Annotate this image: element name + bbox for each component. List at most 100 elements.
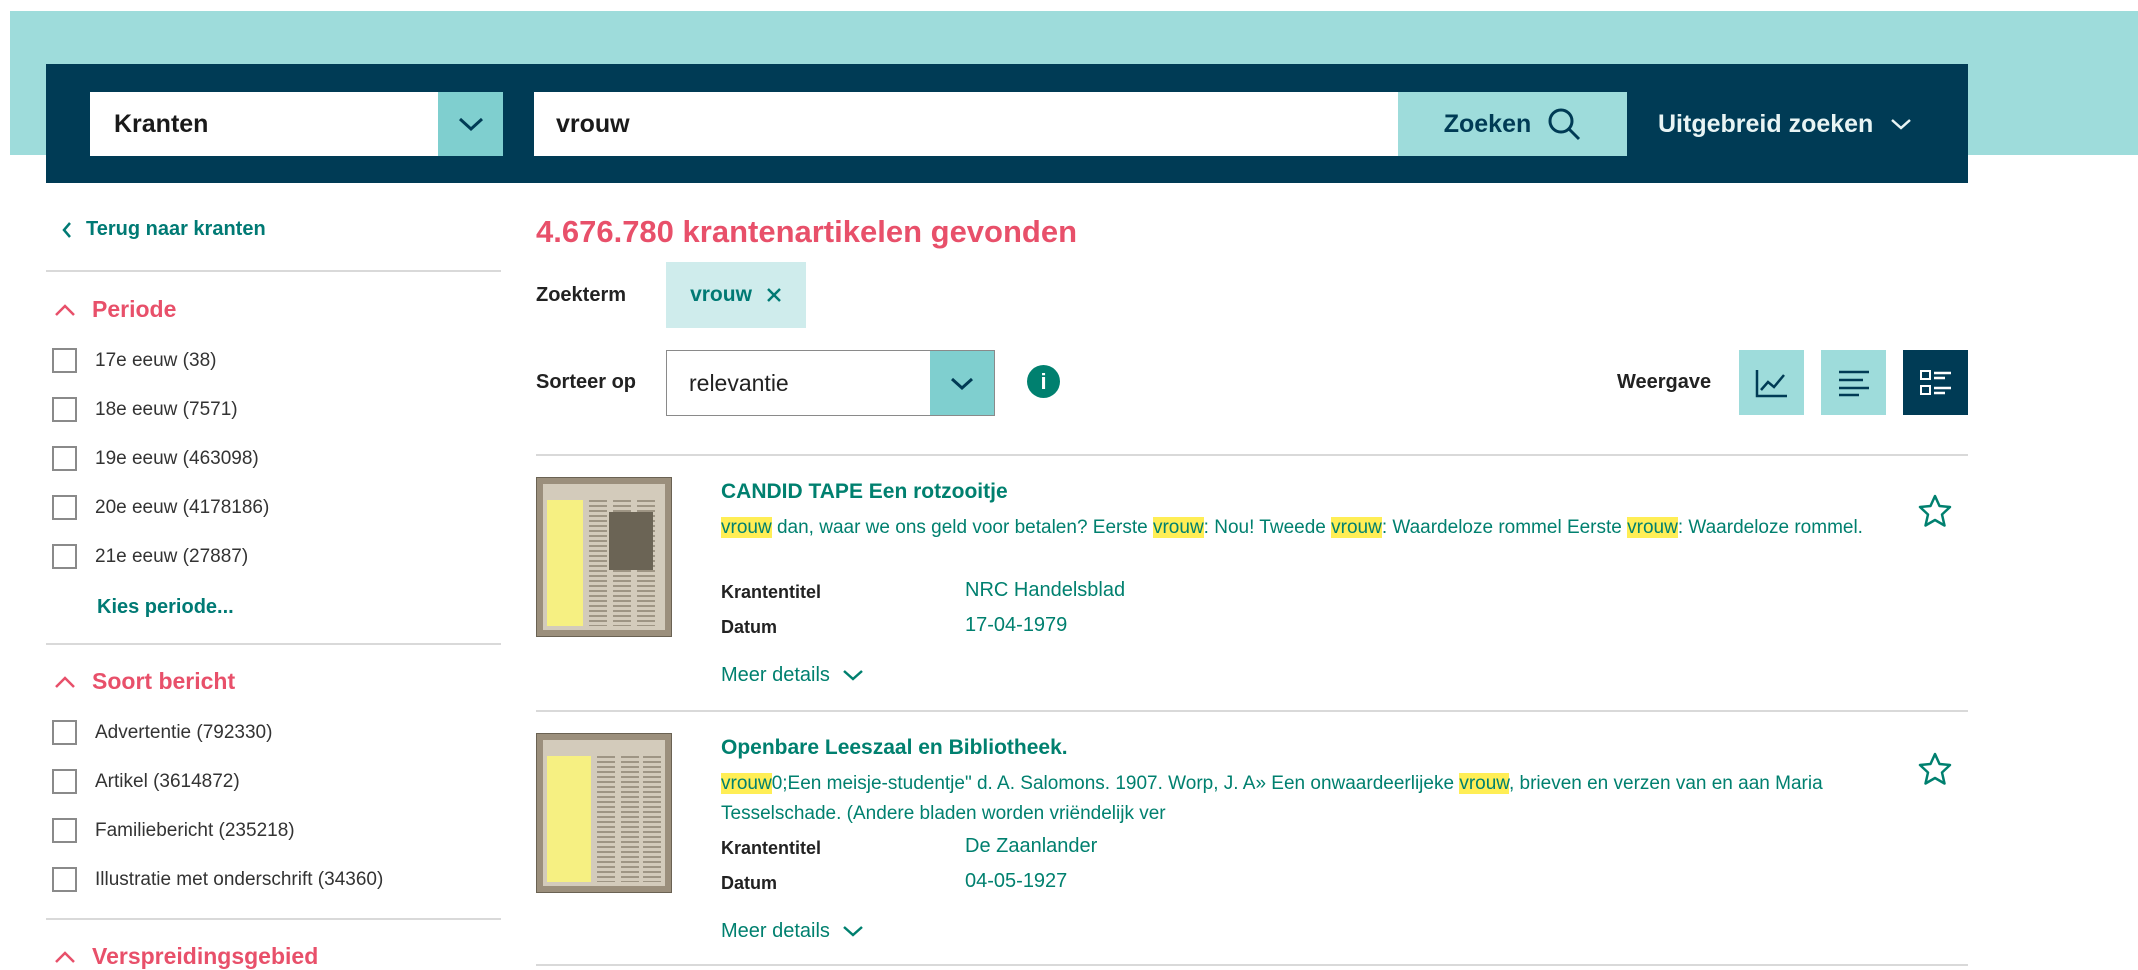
facet-period-option[interactable]: 19e eeuw (463098): [52, 446, 259, 471]
facet-period-option[interactable]: 21e eeuw (27887): [52, 544, 248, 569]
more-details-toggle[interactable]: Meer details: [721, 664, 864, 687]
divider: [536, 454, 1968, 456]
facet-region-title: Verspreidingsgebied: [92, 943, 319, 969]
newspaper-label: Krantentitel: [721, 582, 822, 602]
facet-type-title: Soort bericht: [92, 668, 236, 694]
highlighted-term: vrouw: [721, 517, 772, 538]
back-link-label: Terug naar kranten: [86, 218, 266, 240]
chevron-up-icon: [55, 303, 75, 316]
thumbnail-column: [643, 756, 661, 882]
snippet-text: : Waardeloze rommel Eerste: [1381, 517, 1628, 538]
more-details-label: Meer details: [721, 664, 830, 686]
checkbox[interactable]: [52, 769, 77, 794]
facet-period-option[interactable]: 20e eeuw (4178186): [52, 495, 269, 520]
facet-region-toggle[interactable]: Verspreidingsgebied: [54, 943, 318, 970]
snippet-text: 0;Een meisje-studentje" d. A. Salomons. …: [771, 773, 1460, 794]
date-label: Datum: [721, 873, 778, 893]
checkbox[interactable]: [52, 397, 77, 422]
facet-option-label: Artikel (3614872): [95, 770, 240, 792]
facet-period-title: Periode: [92, 296, 177, 322]
star-icon[interactable]: [1918, 752, 1952, 786]
view-list-button[interactable]: [1903, 350, 1968, 415]
facet-option-label: 18e eeuw (7571): [95, 398, 238, 420]
chevron-down-icon: [843, 926, 863, 937]
facet-type-option[interactable]: Familiebericht (235218): [52, 818, 295, 843]
facet-option-label: 19e eeuw (463098): [95, 447, 259, 469]
facet-option-label: 21e eeuw (27887): [95, 545, 249, 567]
advanced-search-label: Uitgebreid zoeken: [1658, 109, 1874, 138]
checkbox[interactable]: [52, 544, 77, 569]
snippet-text: : Waardeloze rommel.: [1677, 517, 1863, 538]
divider: [536, 710, 1968, 712]
highlighted-term: vrouw: [1627, 517, 1678, 538]
search-input[interactable]: [534, 92, 1411, 156]
checkbox[interactable]: [52, 867, 77, 892]
search-button[interactable]: Zoeken: [1398, 92, 1627, 156]
highlighted-term: vrouw: [721, 773, 772, 794]
line-chart-icon: [1755, 369, 1787, 397]
sort-select[interactable]: relevantie: [666, 350, 995, 416]
view-chart-button[interactable]: [1739, 350, 1804, 415]
checkbox[interactable]: [52, 348, 77, 373]
date-value: 17-04-1979: [965, 614, 1068, 636]
view-text-button[interactable]: [1821, 350, 1886, 415]
close-icon[interactable]: [766, 287, 782, 303]
newspaper-label: Krantentitel: [721, 838, 822, 858]
chevron-down-icon: [843, 670, 863, 681]
facet-option-label: Advertentie (792330): [95, 721, 273, 743]
highlighted-term: vrouw: [1459, 773, 1509, 794]
search-button-label: Zoeken: [1443, 109, 1532, 138]
date-label: Datum: [721, 617, 778, 637]
checkbox[interactable]: [52, 818, 77, 843]
divider: [46, 643, 501, 645]
snippet-text: dan, waar we ons geld voor betalen? Eers…: [771, 517, 1153, 538]
more-details-toggle[interactable]: Meer details: [721, 920, 864, 943]
facet-type-option[interactable]: Illustratie met onderschrift (34360): [52, 867, 383, 892]
star-icon[interactable]: [1918, 494, 1952, 528]
facet-type-option[interactable]: Artikel (3614872): [52, 769, 240, 794]
divider: [46, 270, 501, 272]
result-thumbnail[interactable]: [536, 477, 672, 637]
checkbox[interactable]: [52, 495, 77, 520]
checkbox[interactable]: [52, 720, 77, 745]
chevron-up-icon: [55, 675, 75, 688]
chevron-down-icon: [950, 377, 974, 390]
choose-period-link[interactable]: Kies periode...: [97, 596, 234, 619]
facet-option-label: 17e eeuw (38): [95, 349, 217, 371]
facet-period-option[interactable]: 17e eeuw (38): [52, 348, 216, 373]
thumbnail-highlight: [547, 500, 583, 626]
facet-type-toggle[interactable]: Soort bericht: [54, 668, 235, 695]
collection-select[interactable]: Kranten: [90, 92, 503, 156]
chevron-left-icon: [62, 221, 71, 238]
result-title-link[interactable]: CANDID TAPE Een rotzooitje: [721, 480, 1008, 504]
text-lines-icon: [1838, 370, 1869, 396]
checkbox[interactable]: [52, 446, 77, 471]
sort-label: Sorteer op: [536, 371, 637, 393]
divider: [46, 918, 501, 920]
thumbnail-column: [597, 756, 615, 882]
result-thumbnail[interactable]: [536, 733, 672, 893]
facet-type-option[interactable]: Advertentie (792330): [52, 720, 272, 745]
result-snippet: vrouw0;Een meisje-studentje" d. A. Salom…: [721, 769, 1901, 829]
result-title-link[interactable]: Openbare Leeszaal en Bibliotheek.: [721, 736, 1068, 760]
facet-option-label: Familiebericht (235218): [95, 819, 295, 841]
divider: [536, 964, 1968, 966]
result-count: 4.676.780 krantenartikelen gevonden: [536, 214, 1078, 249]
newspaper-value: De Zaanlander: [965, 835, 1098, 857]
facet-period-option[interactable]: 18e eeuw (7571): [52, 397, 238, 422]
sort-value: relevantie: [689, 370, 789, 396]
thumbnail-column: [621, 756, 639, 882]
chevron-down-icon: [458, 117, 483, 132]
advanced-search-toggle[interactable]: Uitgebreid zoeken: [1658, 92, 1913, 156]
sort-dropdown-toggle[interactable]: [930, 351, 994, 415]
chevron-up-icon: [55, 950, 75, 963]
facet-period-toggle[interactable]: Periode: [54, 296, 176, 323]
collection-value: Kranten: [114, 110, 209, 138]
back-to-newspapers-link[interactable]: Terug naar kranten: [62, 218, 266, 241]
thumbnail-column: [589, 500, 607, 626]
collection-dropdown-toggle[interactable]: [438, 92, 503, 156]
search-term-chip[interactable]: vrouw: [666, 262, 806, 328]
result-snippet: vrouw dan, waar we ons geld voor betalen…: [721, 513, 1901, 543]
info-icon[interactable]: i: [1027, 365, 1060, 398]
newspaper-value: NRC Handelsblad: [965, 579, 1126, 601]
